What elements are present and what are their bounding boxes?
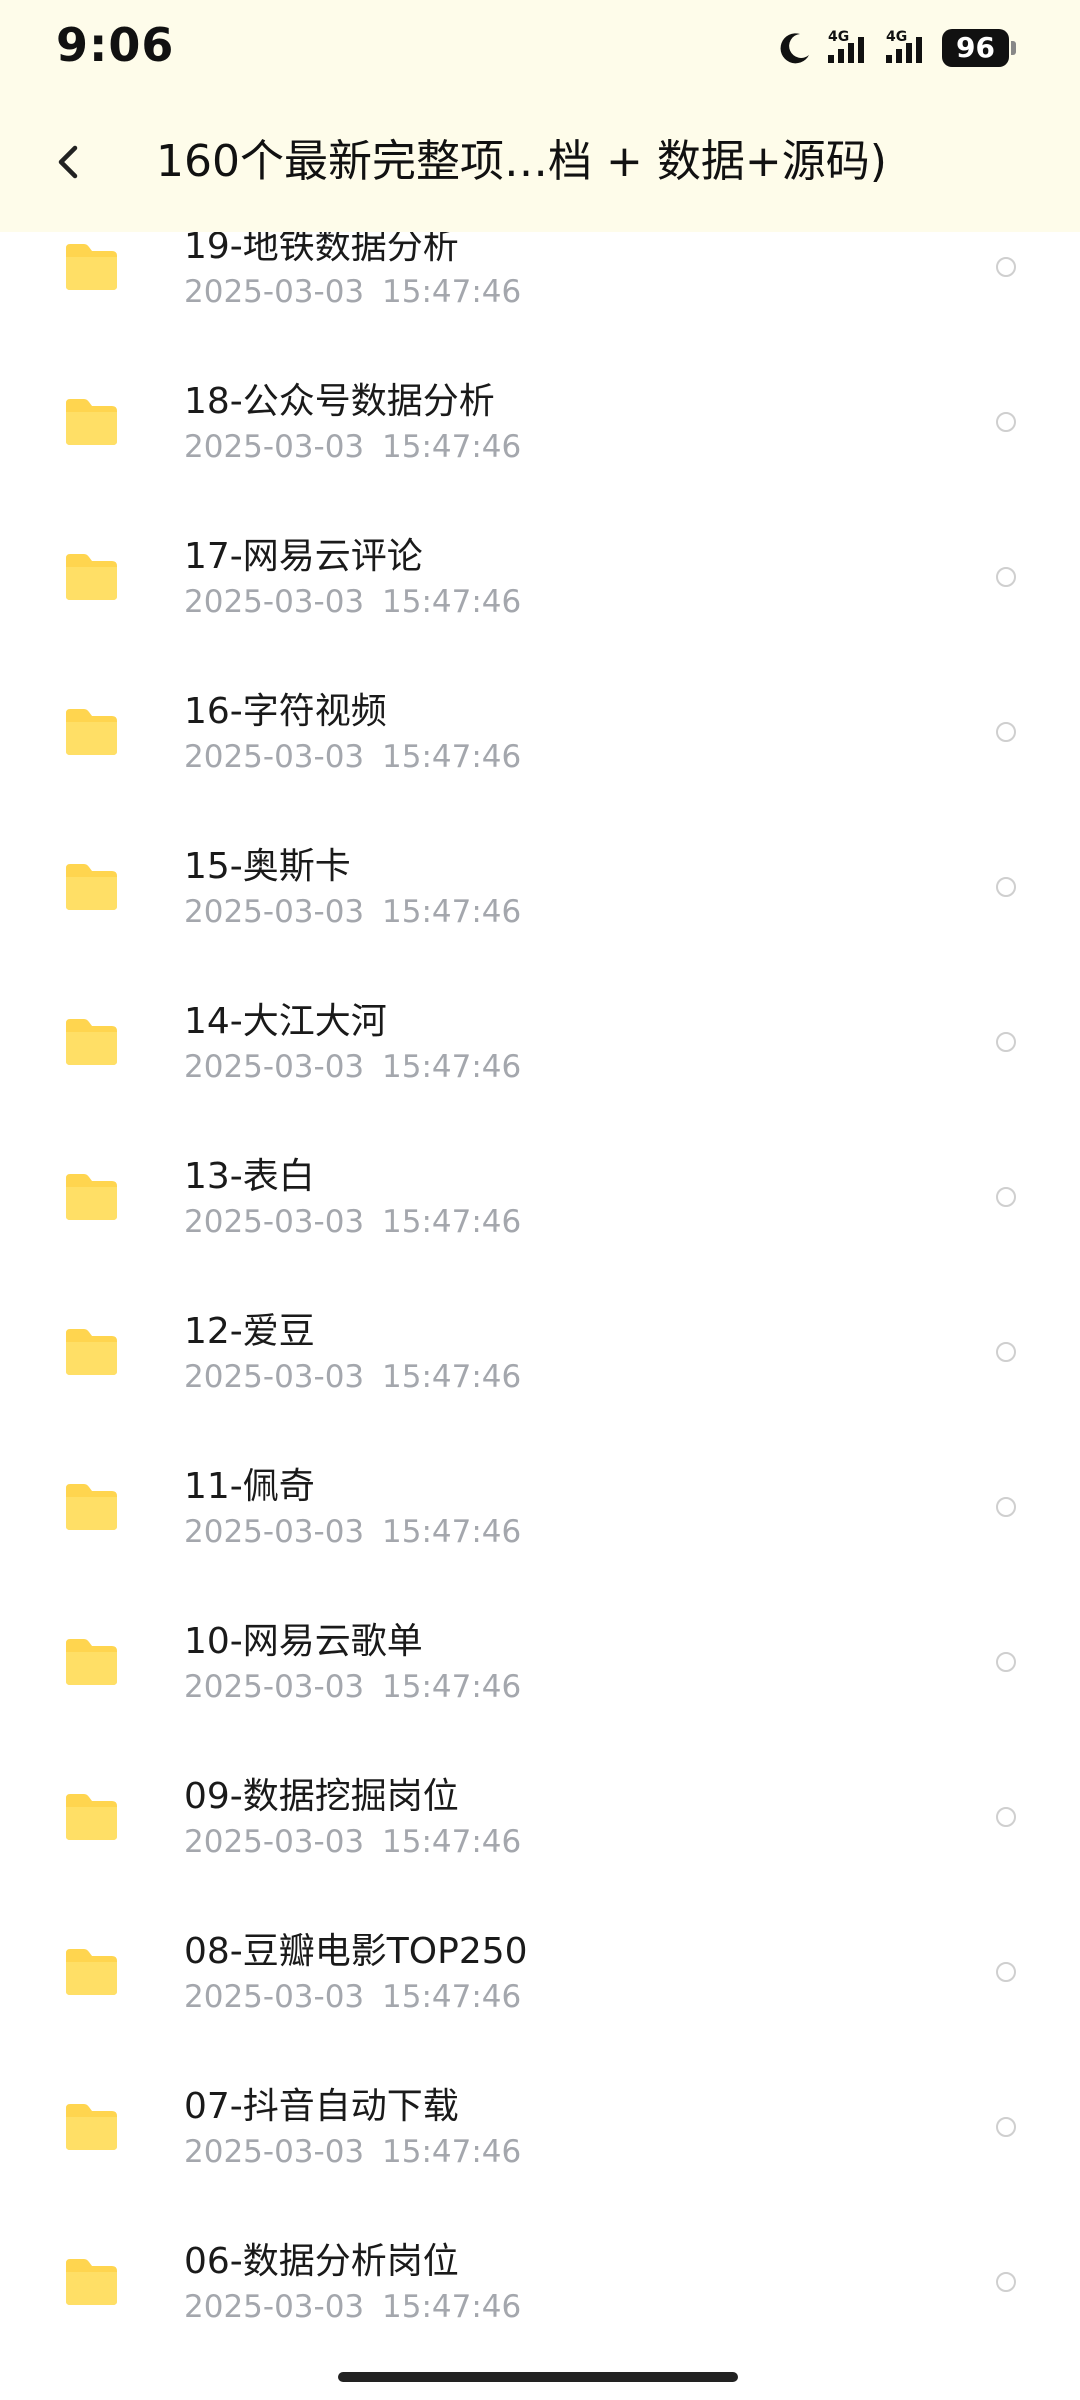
file-name: 07-抖音自动下载 xyxy=(184,2086,459,2127)
folder-icon xyxy=(62,1637,120,1687)
signal-icon: 4G xyxy=(884,29,928,65)
status-bar: 9:06 4G 4G 96 xyxy=(0,0,1080,96)
battery-icon: 96 xyxy=(942,29,1009,67)
file-name: 15-奥斯卡 xyxy=(184,846,351,887)
select-radio[interactable] xyxy=(996,567,1016,587)
file-date: 2025-03-03 15:47:46 xyxy=(184,1359,522,1395)
signal-icon: 4G xyxy=(826,29,870,65)
folder-icon xyxy=(62,242,120,292)
folder-icon xyxy=(62,2257,120,2307)
file-date: 2025-03-03 15:47:46 xyxy=(184,739,522,775)
file-date: 2025-03-03 15:47:46 xyxy=(184,584,522,620)
header: 9:06 4G 4G 96 160个最新完整项…档 + 数据+源码) xyxy=(0,0,1080,232)
file-name: 09-数据挖掘岗位 xyxy=(184,1776,459,1817)
file-name: 14-大江大河 xyxy=(184,1001,387,1042)
list-item[interactable]: 12-爱豆 2025-03-03 15:47:46 xyxy=(0,1276,1080,1431)
folder-icon xyxy=(62,1172,120,1222)
list-item[interactable]: 09-数据挖掘岗位 2025-03-03 15:47:46 xyxy=(0,1741,1080,1896)
select-radio[interactable] xyxy=(996,1187,1016,1207)
select-radio[interactable] xyxy=(996,1807,1016,1827)
folder-icon xyxy=(62,862,120,912)
file-date: 2025-03-03 15:47:46 xyxy=(184,1049,522,1085)
folder-icon xyxy=(62,1017,120,1067)
list-item[interactable]: 06-数据分析岗位 2025-03-03 15:47:46 xyxy=(0,2206,1080,2361)
home-indicator[interactable] xyxy=(338,2372,738,2382)
list-item[interactable]: 17-网易云评论 2025-03-03 15:47:46 xyxy=(0,501,1080,656)
battery-cap xyxy=(1011,41,1016,55)
file-name: 17-网易云评论 xyxy=(184,536,423,577)
select-radio[interactable] xyxy=(996,1962,1016,1982)
list-item[interactable]: 16-字符视频 2025-03-03 15:47:46 xyxy=(0,656,1080,811)
select-radio[interactable] xyxy=(996,412,1016,432)
list-item[interactable]: 08-豆瓣电影TOP250 2025-03-03 15:47:46 xyxy=(0,1896,1080,2051)
nav-bar: 160个最新完整项…档 + 数据+源码) xyxy=(0,110,1080,220)
file-name: 18-公众号数据分析 xyxy=(184,381,495,422)
status-time: 9:06 xyxy=(56,18,175,72)
select-radio[interactable] xyxy=(996,877,1016,897)
select-radio[interactable] xyxy=(996,257,1016,277)
list-item[interactable]: 18-公众号数据分析 2025-03-03 15:47:46 xyxy=(0,346,1080,501)
file-date: 2025-03-03 15:47:46 xyxy=(184,1979,522,2015)
select-radio[interactable] xyxy=(996,722,1016,742)
select-radio[interactable] xyxy=(996,1032,1016,1052)
file-name: 13-表白 xyxy=(184,1156,315,1197)
folder-icon xyxy=(62,552,120,602)
folder-icon xyxy=(62,397,120,447)
file-name: 06-数据分析岗位 xyxy=(184,2241,459,2282)
file-date: 2025-03-03 15:47:46 xyxy=(184,1514,522,1550)
list-item[interactable]: 13-表白 2025-03-03 15:47:46 xyxy=(0,1121,1080,1276)
file-name: 08-豆瓣电影TOP250 xyxy=(184,1931,528,1972)
file-name: 11-佩奇 xyxy=(184,1466,315,1507)
back-button[interactable] xyxy=(36,132,100,196)
file-date: 2025-03-03 15:47:46 xyxy=(184,429,522,465)
battery-level: 96 xyxy=(956,31,995,64)
file-date: 2025-03-03 15:47:46 xyxy=(184,2289,522,2325)
folder-icon xyxy=(62,2102,120,2152)
status-icons: 4G 4G 96 xyxy=(778,26,1016,70)
file-date: 2025-03-03 15:47:46 xyxy=(184,894,522,930)
file-date: 2025-03-03 15:47:46 xyxy=(184,1669,522,1705)
list-item[interactable]: 10-网易云歌单 2025-03-03 15:47:46 xyxy=(0,1586,1080,1741)
list-item[interactable]: 07-抖音自动下载 2025-03-03 15:47:46 xyxy=(0,2051,1080,2206)
list-item[interactable]: 14-大江大河 2025-03-03 15:47:46 xyxy=(0,966,1080,1121)
select-radio[interactable] xyxy=(996,2272,1016,2292)
file-date: 2025-03-03 15:47:46 xyxy=(184,1204,522,1240)
list-item[interactable]: 11-佩奇 2025-03-03 15:47:46 xyxy=(0,1431,1080,1586)
signal-label: 4G xyxy=(886,29,908,45)
select-radio[interactable] xyxy=(996,1342,1016,1362)
file-name: 10-网易云歌单 xyxy=(184,1621,423,1662)
select-radio[interactable] xyxy=(996,1497,1016,1517)
moon-icon xyxy=(778,31,812,65)
file-date: 2025-03-03 15:47:46 xyxy=(184,2134,522,2170)
folder-icon xyxy=(62,1947,120,1997)
folder-icon xyxy=(62,1327,120,1377)
folder-icon xyxy=(62,1482,120,1532)
signal-label: 4G xyxy=(828,29,850,45)
folder-icon xyxy=(62,707,120,757)
file-name: 16-字符视频 xyxy=(184,691,387,732)
select-radio[interactable] xyxy=(996,1652,1016,1672)
chevron-left-icon xyxy=(53,142,83,186)
file-date: 2025-03-03 15:47:46 xyxy=(184,274,522,310)
list-item[interactable]: 15-奥斯卡 2025-03-03 15:47:46 xyxy=(0,811,1080,966)
file-name: 12-爱豆 xyxy=(184,1311,315,1352)
page-title: 160个最新完整项…档 + 数据+源码) xyxy=(156,136,887,187)
folder-icon xyxy=(62,1792,120,1842)
file-date: 2025-03-03 15:47:46 xyxy=(184,1824,522,1860)
file-list: 19-地铁数据分析 2025-03-03 15:47:46 18-公众号数据分析 20… xyxy=(0,191,1080,2361)
select-radio[interactable] xyxy=(996,2117,1016,2137)
